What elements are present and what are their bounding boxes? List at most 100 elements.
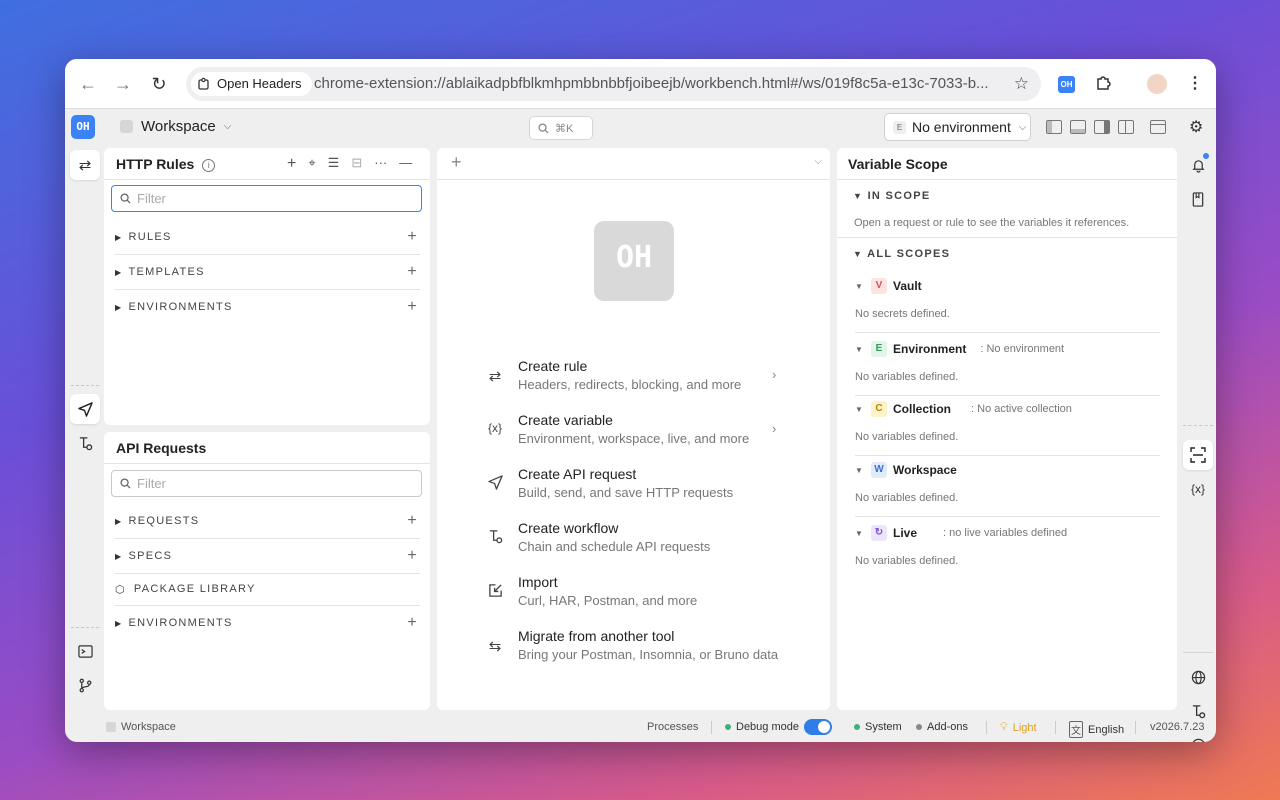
- toggle-bottom-panel-icon[interactable]: [1070, 120, 1086, 134]
- expand-triangle-icon: ▶: [115, 302, 123, 312]
- scope-item-environment[interactable]: ▼ E Environment: No environment No variable…: [855, 341, 1160, 383]
- create-rule-action[interactable]: ⇄ Create rule Headers, redirects, blocki…: [485, 358, 785, 398]
- site-chip-label: Open Headers: [217, 76, 302, 91]
- in-scope-hint: Open a request or rule to see the variab…: [854, 217, 1130, 229]
- import-action[interactable]: Import Curl, HAR, Postman, and more: [485, 574, 785, 614]
- notification-dot: [1203, 153, 1209, 159]
- browser-toolbar: ← → ↻ Open Headers chrome-extension://ab…: [65, 59, 1216, 109]
- scope-badge: W: [871, 462, 887, 478]
- scope-item-vault[interactable]: ▼ V Vault No secrets defined.: [855, 278, 1160, 320]
- section-label: TEMPLATES: [128, 266, 205, 278]
- scope-item-live[interactable]: ▼ ↻ Live: no live variables defined No vari…: [855, 525, 1160, 567]
- panel-divider: [104, 179, 430, 180]
- scope-badge: V: [871, 278, 887, 294]
- locate-icon[interactable]: ⌖: [308, 155, 315, 173]
- address-bar[interactable]: Open Headers chrome-extension://ablaikad…: [186, 67, 1041, 101]
- http-rules-nav-icon[interactable]: ⇄: [70, 150, 100, 180]
- status-debug-mode[interactable]: Debug mode: [725, 719, 832, 735]
- environments-section-header[interactable]: ▶ ENVIRONMENTS +: [115, 290, 420, 324]
- requests-section-header[interactable]: ▶ REQUESTS +: [115, 504, 420, 538]
- profile-avatar[interactable]: [1147, 74, 1167, 94]
- http-rules-panel: HTTP Rules i + ⌖ ☰ ⊟ ··· — Filter ▶ RULE…: [104, 148, 430, 425]
- create-workflow-action[interactable]: Create workflow Chain and schedule API r…: [485, 520, 785, 560]
- scope-header-row[interactable]: ▼ C Collection: No active collection: [855, 401, 1160, 417]
- variable-scope-scan-icon[interactable]: [1183, 440, 1213, 470]
- in-scope-header[interactable]: ▼ IN SCOPE: [853, 190, 931, 202]
- add-environment-icon[interactable]: +: [407, 298, 418, 316]
- api-environments-section-header[interactable]: ▶ ENVIRONMENTS +: [115, 606, 420, 640]
- api-requests-filter-input[interactable]: Filter: [111, 470, 422, 497]
- scope-item-collection[interactable]: ▼ C Collection: No active collection No var…: [855, 401, 1160, 443]
- toggle-sidebar-layout-icon[interactable]: [1150, 120, 1166, 134]
- add-icon[interactable]: +: [287, 155, 296, 173]
- variables-braces-icon[interactable]: {x}: [1183, 474, 1213, 504]
- section-label: ENVIRONMENTS: [128, 617, 233, 629]
- status-theme[interactable]: 💡︎ Light: [1000, 721, 1037, 734]
- all-scopes-header[interactable]: ▼ ALL SCOPES: [853, 248, 950, 260]
- package-library-row[interactable]: ⬡ PACKAGE LIBRARY: [115, 572, 420, 606]
- terminal-icon[interactable]: [70, 636, 100, 666]
- open-headers-extension-icon[interactable]: OH: [1058, 76, 1075, 93]
- toggle-grid-layout-icon[interactable]: [1118, 120, 1134, 134]
- collapse-panel-icon[interactable]: —: [399, 155, 412, 173]
- toggle-left-panel-icon[interactable]: [1046, 120, 1062, 134]
- globe-icon[interactable]: [1183, 662, 1213, 692]
- browser-menu-icon[interactable]: ⋮: [1187, 73, 1203, 93]
- environment-selector[interactable]: E No environment ⌵: [884, 113, 1031, 141]
- status-addons[interactable]: Add-ons: [916, 721, 968, 733]
- extensions-puzzle-icon[interactable]: [1095, 73, 1113, 96]
- toggle-right-panel-icon[interactable]: [1094, 120, 1110, 134]
- templates-section-header[interactable]: ▶ TEMPLATES +: [115, 255, 420, 289]
- add-request-icon[interactable]: +: [407, 512, 418, 530]
- migrate-action[interactable]: ⇆ Migrate from another tool Bring your P…: [485, 628, 785, 668]
- more-options-icon[interactable]: ···: [374, 155, 387, 173]
- add-spec-icon[interactable]: +: [407, 547, 418, 565]
- scope-header-row[interactable]: ▼ V Vault: [855, 278, 1160, 294]
- scope-item-workspace[interactable]: ▼ W Workspace No variables defined.: [855, 462, 1160, 504]
- workflow-nav-icon[interactable]: [70, 428, 100, 458]
- chevron-right-icon: ›: [772, 421, 777, 436]
- add-environment-icon[interactable]: +: [407, 614, 418, 632]
- status-workspace[interactable]: Workspace: [106, 721, 176, 733]
- url-text[interactable]: chrome-extension://ablaikadpbfblkmhpmbbn…: [314, 67, 1004, 101]
- specs-section-header[interactable]: ▶ SPECS +: [115, 539, 420, 573]
- bookmark-star-icon[interactable]: ☆: [1014, 74, 1029, 94]
- workflow-icon: [485, 529, 505, 548]
- add-rule-icon[interactable]: +: [407, 228, 418, 246]
- forward-icon[interactable]: →: [112, 73, 134, 95]
- tabs-dropdown-chevron-icon[interactable]: ⌵: [814, 156, 822, 167]
- tree-view-icon[interactable]: ⊟: [351, 155, 362, 173]
- status-system[interactable]: System: [854, 721, 902, 733]
- info-icon[interactable]: i: [202, 159, 216, 172]
- create-api-request-action[interactable]: Create API request Build, send, and save…: [485, 466, 785, 506]
- scope-header-row[interactable]: ▼ W Workspace: [855, 462, 1160, 478]
- site-info-chip[interactable]: Open Headers: [191, 72, 312, 96]
- debug-mode-toggle[interactable]: [804, 719, 832, 735]
- create-variable-action[interactable]: {x} Create variable Environment, workspa…: [485, 412, 785, 452]
- scope-note: : no live variables defined: [943, 527, 1068, 539]
- rules-section-header[interactable]: ▶ RULES +: [115, 220, 420, 254]
- action-title: Migrate from another tool: [518, 628, 675, 644]
- notifications-bell-icon[interactable]: [1183, 150, 1213, 180]
- settings-gear-icon[interactable]: ⚙: [1189, 117, 1203, 137]
- workspace-selector[interactable]: Workspace ⌵: [120, 118, 231, 135]
- scope-header-row[interactable]: ▼ E Environment: No environment: [855, 341, 1160, 357]
- new-tab-plus-icon[interactable]: +: [451, 152, 462, 173]
- indent-icon[interactable]: ☰: [328, 155, 340, 173]
- http-rules-toolbar: + ⌖ ☰ ⊟ ··· —: [287, 155, 412, 173]
- http-rules-title-text: HTTP Rules: [116, 156, 195, 172]
- status-processes[interactable]: Processes: [647, 721, 698, 733]
- filter-placeholder: Filter: [137, 191, 166, 206]
- command-search-button[interactable]: ⌘K: [529, 116, 593, 140]
- scope-header-row[interactable]: ▼ ↻ Live: no live variables defined: [855, 525, 1160, 541]
- add-template-icon[interactable]: +: [407, 263, 418, 281]
- reload-icon[interactable]: ↻: [148, 73, 170, 95]
- back-icon[interactable]: ←: [77, 73, 99, 95]
- api-requests-nav-icon[interactable]: [70, 394, 100, 424]
- status-language[interactable]: 文 English: [1069, 721, 1124, 738]
- git-branch-icon[interactable]: [70, 670, 100, 700]
- rail-divider: [71, 627, 99, 628]
- http-rules-filter-input[interactable]: Filter: [111, 185, 422, 212]
- browser-window: ← → ↻ Open Headers chrome-extension://ab…: [65, 59, 1216, 742]
- bookmark-icon[interactable]: [1183, 184, 1213, 214]
